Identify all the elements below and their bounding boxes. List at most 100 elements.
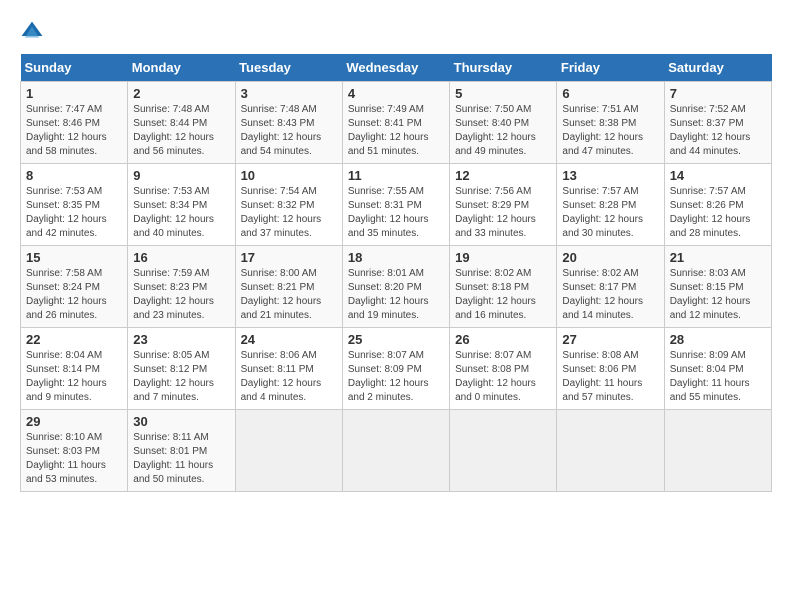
- day-info: Sunrise: 7:53 AM Sunset: 8:34 PM Dayligh…: [133, 185, 229, 241]
- logo-icon: [20, 20, 44, 44]
- calendar-cell: 14 Sunrise: 7:57 AM Sunset: 8:26 PM Dayli…: [664, 164, 771, 246]
- day-number: 13: [562, 168, 658, 183]
- calendar-week-5: 29 Sunrise: 8:10 AM Sunset: 8:03 PM Dayli…: [21, 410, 772, 492]
- calendar-week-1: 1Sunrise: 7:47 AM Sunset: 8:46 PM Daylig…: [21, 82, 772, 164]
- calendar-cell: [235, 410, 342, 492]
- day-number: 5: [455, 86, 551, 101]
- calendar-cell: 6 Sunrise: 7:51 AM Sunset: 8:38 PM Daylig…: [557, 82, 664, 164]
- day-number: 11: [348, 168, 444, 183]
- calendar-cell: 17 Sunrise: 8:00 AM Sunset: 8:21 PM Dayli…: [235, 246, 342, 328]
- calendar-cell: 30 Sunrise: 8:11 AM Sunset: 8:01 PM Dayli…: [128, 410, 235, 492]
- day-number: 6: [562, 86, 658, 101]
- day-info: Sunrise: 7:57 AM Sunset: 8:26 PM Dayligh…: [670, 185, 766, 241]
- weekday-header-monday: Monday: [128, 54, 235, 82]
- day-info: Sunrise: 7:48 AM Sunset: 8:43 PM Dayligh…: [241, 103, 337, 159]
- day-info: Sunrise: 8:00 AM Sunset: 8:21 PM Dayligh…: [241, 267, 337, 323]
- weekday-header-thursday: Thursday: [450, 54, 557, 82]
- calendar-cell: 12 Sunrise: 7:56 AM Sunset: 8:29 PM Dayli…: [450, 164, 557, 246]
- calendar-cell: 7 Sunrise: 7:52 AM Sunset: 8:37 PM Daylig…: [664, 82, 771, 164]
- day-info: Sunrise: 8:06 AM Sunset: 8:11 PM Dayligh…: [241, 349, 337, 405]
- day-info: Sunrise: 8:05 AM Sunset: 8:12 PM Dayligh…: [133, 349, 229, 405]
- calendar-week-4: 22 Sunrise: 8:04 AM Sunset: 8:14 PM Dayli…: [21, 328, 772, 410]
- day-info: Sunrise: 8:08 AM Sunset: 8:06 PM Dayligh…: [562, 349, 658, 405]
- day-info: Sunrise: 7:51 AM Sunset: 8:38 PM Dayligh…: [562, 103, 658, 159]
- day-number: 18: [348, 250, 444, 265]
- calendar-cell: 11 Sunrise: 7:55 AM Sunset: 8:31 PM Dayli…: [342, 164, 449, 246]
- day-number: 19: [455, 250, 551, 265]
- day-number: 17: [241, 250, 337, 265]
- day-number: 2: [133, 86, 229, 101]
- day-info: Sunrise: 7:52 AM Sunset: 8:37 PM Dayligh…: [670, 103, 766, 159]
- day-number: 7: [670, 86, 766, 101]
- weekday-header-wednesday: Wednesday: [342, 54, 449, 82]
- calendar-cell: [664, 410, 771, 492]
- day-number: 9: [133, 168, 229, 183]
- day-number: 28: [670, 332, 766, 347]
- weekday-header-saturday: Saturday: [664, 54, 771, 82]
- day-info: Sunrise: 7:50 AM Sunset: 8:40 PM Dayligh…: [455, 103, 551, 159]
- day-number: 20: [562, 250, 658, 265]
- calendar: SundayMondayTuesdayWednesdayThursdayFrid…: [20, 54, 772, 492]
- calendar-cell: 25 Sunrise: 8:07 AM Sunset: 8:09 PM Dayli…: [342, 328, 449, 410]
- day-number: 8: [26, 168, 122, 183]
- day-info: Sunrise: 8:11 AM Sunset: 8:01 PM Dayligh…: [133, 431, 229, 487]
- day-number: 10: [241, 168, 337, 183]
- day-info: Sunrise: 8:04 AM Sunset: 8:14 PM Dayligh…: [26, 349, 122, 405]
- calendar-week-2: 8 Sunrise: 7:53 AM Sunset: 8:35 PM Daylig…: [21, 164, 772, 246]
- calendar-cell: [450, 410, 557, 492]
- calendar-cell: 22 Sunrise: 8:04 AM Sunset: 8:14 PM Dayli…: [21, 328, 128, 410]
- day-info: Sunrise: 7:58 AM Sunset: 8:24 PM Dayligh…: [26, 267, 122, 323]
- weekday-header-row: SundayMondayTuesdayWednesdayThursdayFrid…: [21, 54, 772, 82]
- calendar-cell: 19 Sunrise: 8:02 AM Sunset: 8:18 PM Dayli…: [450, 246, 557, 328]
- day-info: Sunrise: 7:48 AM Sunset: 8:44 PM Dayligh…: [133, 103, 229, 159]
- day-info: Sunrise: 7:49 AM Sunset: 8:41 PM Dayligh…: [348, 103, 444, 159]
- day-info: Sunrise: 8:01 AM Sunset: 8:20 PM Dayligh…: [348, 267, 444, 323]
- day-info: Sunrise: 8:03 AM Sunset: 8:15 PM Dayligh…: [670, 267, 766, 323]
- day-number: 29: [26, 414, 122, 429]
- day-number: 24: [241, 332, 337, 347]
- day-info: Sunrise: 7:56 AM Sunset: 8:29 PM Dayligh…: [455, 185, 551, 241]
- weekday-header-sunday: Sunday: [21, 54, 128, 82]
- calendar-cell: 16 Sunrise: 7:59 AM Sunset: 8:23 PM Dayli…: [128, 246, 235, 328]
- calendar-cell: [557, 410, 664, 492]
- calendar-cell: 24 Sunrise: 8:06 AM Sunset: 8:11 PM Dayli…: [235, 328, 342, 410]
- day-number: 23: [133, 332, 229, 347]
- day-info: Sunrise: 8:02 AM Sunset: 8:18 PM Dayligh…: [455, 267, 551, 323]
- day-info: Sunrise: 7:55 AM Sunset: 8:31 PM Dayligh…: [348, 185, 444, 241]
- day-info: Sunrise: 7:54 AM Sunset: 8:32 PM Dayligh…: [241, 185, 337, 241]
- weekday-header-tuesday: Tuesday: [235, 54, 342, 82]
- day-number: 4: [348, 86, 444, 101]
- calendar-cell: 15 Sunrise: 7:58 AM Sunset: 8:24 PM Dayli…: [21, 246, 128, 328]
- calendar-cell: 4 Sunrise: 7:49 AM Sunset: 8:41 PM Daylig…: [342, 82, 449, 164]
- day-info: Sunrise: 7:57 AM Sunset: 8:28 PM Dayligh…: [562, 185, 658, 241]
- day-number: 15: [26, 250, 122, 265]
- calendar-cell: 29 Sunrise: 8:10 AM Sunset: 8:03 PM Dayli…: [21, 410, 128, 492]
- day-info: Sunrise: 7:47 AM Sunset: 8:46 PM Dayligh…: [26, 103, 122, 159]
- calendar-cell: 1Sunrise: 7:47 AM Sunset: 8:46 PM Daylig…: [21, 82, 128, 164]
- day-number: 16: [133, 250, 229, 265]
- calendar-cell: 3 Sunrise: 7:48 AM Sunset: 8:43 PM Daylig…: [235, 82, 342, 164]
- day-info: Sunrise: 7:53 AM Sunset: 8:35 PM Dayligh…: [26, 185, 122, 241]
- day-number: 25: [348, 332, 444, 347]
- calendar-cell: 20Sunrise: 8:02 AM Sunset: 8:17 PM Dayli…: [557, 246, 664, 328]
- calendar-week-3: 15 Sunrise: 7:58 AM Sunset: 8:24 PM Dayli…: [21, 246, 772, 328]
- weekday-header-friday: Friday: [557, 54, 664, 82]
- day-info: Sunrise: 7:59 AM Sunset: 8:23 PM Dayligh…: [133, 267, 229, 323]
- calendar-cell: 27Sunrise: 8:08 AM Sunset: 8:06 PM Dayli…: [557, 328, 664, 410]
- day-number: 30: [133, 414, 229, 429]
- day-number: 3: [241, 86, 337, 101]
- calendar-cell: 23 Sunrise: 8:05 AM Sunset: 8:12 PM Dayli…: [128, 328, 235, 410]
- calendar-cell: 8 Sunrise: 7:53 AM Sunset: 8:35 PM Daylig…: [21, 164, 128, 246]
- day-number: 22: [26, 332, 122, 347]
- day-info: Sunrise: 8:10 AM Sunset: 8:03 PM Dayligh…: [26, 431, 122, 487]
- day-info: Sunrise: 8:07 AM Sunset: 8:09 PM Dayligh…: [348, 349, 444, 405]
- calendar-cell: 21 Sunrise: 8:03 AM Sunset: 8:15 PM Dayli…: [664, 246, 771, 328]
- day-number: 21: [670, 250, 766, 265]
- calendar-cell: 13 Sunrise: 7:57 AM Sunset: 8:28 PM Dayli…: [557, 164, 664, 246]
- calendar-cell: 9 Sunrise: 7:53 AM Sunset: 8:34 PM Daylig…: [128, 164, 235, 246]
- calendar-cell: 10 Sunrise: 7:54 AM Sunset: 8:32 PM Dayli…: [235, 164, 342, 246]
- calendar-cell: 26Sunrise: 8:07 AM Sunset: 8:08 PM Dayli…: [450, 328, 557, 410]
- day-number: 14: [670, 168, 766, 183]
- day-info: Sunrise: 8:07 AM Sunset: 8:08 PM Dayligh…: [455, 349, 551, 405]
- day-number: 12: [455, 168, 551, 183]
